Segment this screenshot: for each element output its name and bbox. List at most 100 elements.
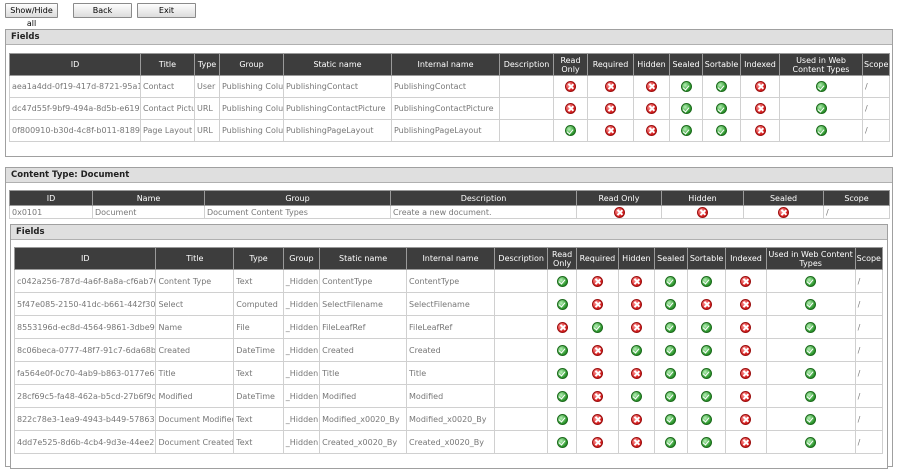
- fields-panel-header-group[interactable]: Group: [219, 53, 284, 76]
- ct-fields-panel-header-scope[interactable]: Scope: [854, 247, 884, 270]
- cell-scope: /: [854, 430, 884, 454]
- fields-panel-header-scope[interactable]: Scope: [862, 53, 890, 76]
- fields-panel-header-indexed[interactable]: Indexed: [740, 53, 780, 76]
- table-row[interactable]: 5f47e085-2150-41dc-b661-442f3027f552Sele…: [13, 292, 884, 316]
- fields-panel-header-title[interactable]: Title: [140, 53, 195, 76]
- cell-type: User: [194, 75, 220, 98]
- table-row[interactable]: dc47d55f-9bf9-494a-8d5b-e619214dd19aCont…: [9, 97, 890, 120]
- ct-fields-panel-header-internal-name[interactable]: Internal name: [406, 247, 495, 270]
- content-type-panel-header-sealed[interactable]: Sealed: [743, 190, 824, 206]
- cell-static-name: ContentType: [319, 269, 408, 293]
- content-type-panel-header-id[interactable]: ID: [9, 190, 93, 206]
- cross-icon: [778, 206, 789, 218]
- cross-icon: [646, 103, 657, 114]
- table-row[interactable]: 8c06beca-0777-48f7-91c7-6da68bc07b69Crea…: [13, 338, 884, 362]
- content-type-panel-header-hidden[interactable]: Hidden: [661, 190, 744, 206]
- hidden-cell: [618, 430, 655, 454]
- table-row[interactable]: 8553196d-ec8d-4564-9861-3dbe931050c8Name…: [13, 315, 884, 339]
- cross-icon: [701, 298, 713, 310]
- hidden-cell: [661, 205, 744, 219]
- fields-panel-header-sealed[interactable]: Sealed: [669, 53, 703, 76]
- fields-panel-header-static-name[interactable]: Static name: [283, 53, 392, 76]
- ct-fields-panel-header-read-only[interactable]: Read Only: [547, 247, 577, 270]
- fields-panel-header-used-in-web-content-types[interactable]: Used in Web Content Types: [779, 53, 863, 76]
- content-type-panel-header-description[interactable]: Description: [390, 190, 577, 206]
- cell-group: _Hidden: [282, 407, 321, 431]
- cross-icon: [591, 436, 603, 448]
- sealed-cell: [743, 205, 824, 219]
- cell-id: 4dd7e525-8d6b-4cb4-9d3e-44ee25f973eb: [13, 430, 157, 454]
- ct-fields-panel: Fields ID Title Type Group Static name Intern…: [10, 224, 888, 469]
- table-row[interactable]: 28cf69c5-fa48-462a-b5cd-27b6f9d2bd5fModi…: [13, 384, 884, 408]
- fields-panel-header-read-only[interactable]: Read Only: [553, 53, 588, 76]
- cell-title: Document Modified By: [155, 407, 235, 431]
- exit-button[interactable]: Exit: [137, 3, 196, 18]
- hidden-cell: [618, 315, 655, 339]
- check-icon: [680, 81, 692, 92]
- read-only-cell: [547, 384, 577, 408]
- table-row[interactable]: 0x0101 Document Document Content Types Crea…: [9, 205, 890, 219]
- ct-fields-panel-header-required[interactable]: Required: [575, 247, 620, 270]
- content-type-panel-header-name[interactable]: Name: [92, 190, 205, 206]
- ct-fields-panel-header-description[interactable]: Description: [493, 247, 549, 270]
- cross-icon: [605, 103, 616, 114]
- table-row[interactable]: 822c78e3-1ea9-4943-b449-57863ad33ca9Docu…: [13, 407, 884, 431]
- check-icon: [591, 321, 603, 333]
- table-row[interactable]: c042a256-787d-4a6f-8a8a-cf6ab767f12dCont…: [13, 269, 884, 293]
- fields-panel-header-hidden[interactable]: Hidden: [633, 53, 670, 76]
- cell-description: [493, 338, 549, 362]
- check-icon: [701, 344, 713, 356]
- required-cell: [575, 292, 620, 316]
- table-row[interactable]: fa564e0f-0c70-4ab9-b863-0177e6ddd247Titl…: [13, 361, 884, 385]
- fields-panel-header-description[interactable]: Description: [499, 53, 554, 76]
- back-button[interactable]: Back: [73, 3, 132, 18]
- cell-description: [499, 97, 554, 120]
- ct-fields-panel-title[interactable]: Fields: [11, 225, 887, 240]
- content-type-table: ID Name Group Description Read Only Hidden Sea…: [9, 190, 890, 219]
- ct-fields-panel-header-hidden[interactable]: Hidden: [618, 247, 655, 270]
- sealed-cell: [653, 384, 688, 408]
- check-icon: [556, 436, 568, 448]
- fields-panel-header-type[interactable]: Type: [194, 53, 220, 76]
- fields-panel-header-internal-name[interactable]: Internal name: [391, 53, 500, 76]
- cell-type: URL: [194, 97, 220, 120]
- ct-fields-panel-header-title[interactable]: Title: [155, 247, 235, 270]
- table-row[interactable]: 4dd7e525-8d6b-4cb4-9d3e-44ee25f973ebDocu…: [13, 430, 884, 454]
- ct-fields-panel-header-indexed[interactable]: Indexed: [725, 247, 767, 270]
- table-row[interactable]: aea1a4dd-0f19-417d-8721-95a1d28762abCont…: [9, 75, 890, 98]
- fields-panel-header-sortable[interactable]: Sortable: [702, 53, 741, 76]
- cross-icon: [613, 206, 625, 218]
- fields-panel-header-id[interactable]: ID: [9, 53, 141, 76]
- ct-fields-panel-header-group[interactable]: Group: [282, 247, 321, 270]
- check-icon: [805, 367, 817, 379]
- cell-title: Content Type: [155, 269, 235, 293]
- cell-id: 0f800910-b30d-4c8f-b011-8189b2297094: [9, 119, 141, 142]
- cell-type: URL: [194, 119, 220, 142]
- check-icon: [815, 125, 827, 136]
- cell-static-name: Created_x0020_By: [319, 430, 408, 454]
- fields-panel-header-required[interactable]: Required: [587, 53, 634, 76]
- content-type-panel-header-read-only[interactable]: Read Only: [576, 190, 662, 206]
- content-type-panel-header-scope[interactable]: Scope: [823, 190, 890, 206]
- cross-icon: [605, 125, 616, 136]
- table-row[interactable]: 0f800910-b30d-4c8f-b011-8189b2297094Page…: [9, 119, 890, 142]
- cell-group: _Hidden: [282, 361, 321, 385]
- ct-fields-panel-header-static-name[interactable]: Static name: [319, 247, 408, 270]
- fields-panel-title[interactable]: Fields: [6, 30, 892, 45]
- ct-fields-panel-header-used-in-web-content-types[interactable]: Used in Web Content Types: [765, 247, 856, 270]
- ct-fields-panel-header-sealed[interactable]: Sealed: [653, 247, 688, 270]
- cell-id: aea1a4dd-0f19-417d-8721-95a1d28762ab: [9, 75, 141, 98]
- read-only-cell: [547, 338, 577, 362]
- ct-fields-panel-header-sortable[interactable]: Sortable: [686, 247, 727, 270]
- cell-type: Text: [233, 361, 284, 385]
- cell-description: [493, 269, 549, 293]
- cross-icon: [740, 298, 752, 310]
- content-type-panel-header-group[interactable]: Group: [204, 190, 391, 206]
- sealed-cell: [653, 292, 688, 316]
- ct-fields-panel-header-id[interactable]: ID: [13, 247, 157, 270]
- ct-fields-panel-header-type[interactable]: Type: [233, 247, 284, 270]
- cell-title: Title: [155, 361, 235, 385]
- content-type-panel-title[interactable]: Content Type: Document: [6, 168, 892, 183]
- read-only-cell: [553, 75, 588, 98]
- show-hide-all-button[interactable]: Show/Hide all: [5, 3, 58, 28]
